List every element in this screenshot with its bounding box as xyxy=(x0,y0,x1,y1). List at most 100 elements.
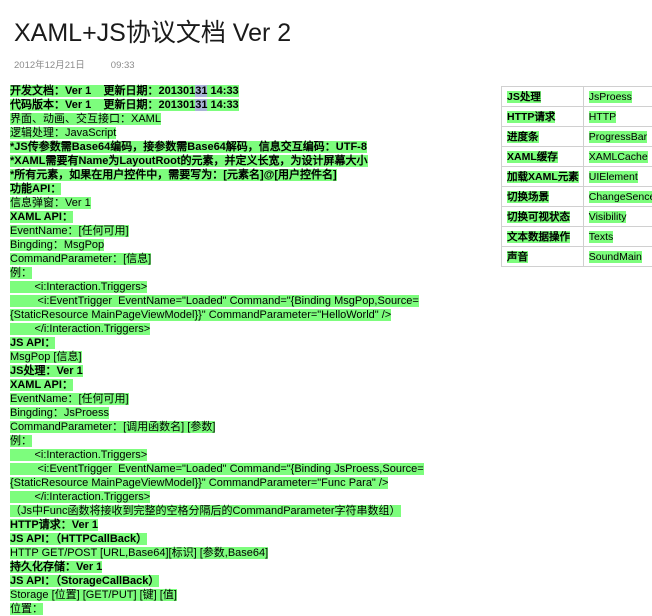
api-name-cell: 加载XAML元素 xyxy=(502,167,584,187)
document-line: *JS传参数需Base64编码，接参数需Base64解码，信息交互编码：UTF-… xyxy=(10,140,480,154)
document-line: 信息弹窗：Ver 1 xyxy=(10,196,480,210)
api-identifier-cell: UIElement xyxy=(583,167,652,187)
document-line: JS API：（StorageCallBack） xyxy=(10,574,480,588)
api-name-text: 切换可视状态 xyxy=(507,211,570,223)
api-name-cell: 切换可视状态 xyxy=(502,207,584,227)
line-text: （Js中Func函数将接收到完整的空格分隔后的CommandParameter字… xyxy=(10,505,401,517)
line-text: <i:Interaction.Triggers> xyxy=(10,449,147,461)
api-name-cell: XAML缓存 xyxy=(502,147,584,167)
document-line: MsgPop [信息] xyxy=(10,350,480,364)
document-line: Bingding：JsProess xyxy=(10,406,480,420)
document-line: HTTP请求：Ver 1 xyxy=(10,518,480,532)
line-text: <i:EventTrigger EventName="Loaded" Comma… xyxy=(10,295,419,321)
document-line: 例： xyxy=(10,266,480,280)
document-line: 例： xyxy=(10,434,480,448)
document-line: JS处理：Ver 1 xyxy=(10,364,480,378)
api-name-cell: JS处理 xyxy=(502,87,584,107)
api-name-text: XAML缓存 xyxy=(507,151,558,163)
document-line: 代码版本：Ver 1 更新日期：20130131 14:33 xyxy=(10,98,480,112)
document-line: 功能API： xyxy=(10,182,480,196)
table-row: 切换可视状态 Visibility xyxy=(502,207,652,227)
line-text: 持久化存储：Ver 1 xyxy=(10,561,102,573)
document-line: CommandParameter：[信息] xyxy=(10,252,480,266)
line-text: JS API：（HTTPCallBack） xyxy=(10,533,147,545)
document-meta: 2012年12月21日 09:33 xyxy=(14,57,652,71)
api-name-cell: 文本数据操作 xyxy=(502,227,584,247)
document-line: <i:Interaction.Triggers> xyxy=(10,280,480,294)
document-header: XAML+JS协议文档 Ver 2 2012年12月21日 09:33 xyxy=(0,0,652,71)
document-line: JS API： xyxy=(10,336,480,350)
document-page: XAML+JS协议文档 Ver 2 2012年12月21日 09:33 开发文档：… xyxy=(0,0,652,567)
line-text: HTTP GET/POST [URL,Base64][标识] [参数,Base6… xyxy=(10,547,268,559)
document-line: </i:Interaction.Triggers> xyxy=(10,322,480,336)
document-line: EventName：[任何可用] xyxy=(10,224,480,238)
line-text: *XAML需要有Name为LayoutRoot的元素，并定义长宽，为设计屏幕大小 xyxy=(10,155,368,167)
line-text: 界面、动画、交互接口：XAML xyxy=(10,113,161,125)
line-text: JS API： xyxy=(10,337,55,349)
api-name-cell: 声音 xyxy=(502,247,584,267)
api-identifier-text: Visibility xyxy=(589,211,627,223)
api-identifier-cell: ProgressBar xyxy=(583,127,652,147)
document-line: <i:Interaction.Triggers> xyxy=(10,448,480,462)
line-text: </i:Interaction.Triggers> xyxy=(10,323,150,335)
table-row: HTTP请求 HTTP xyxy=(502,107,652,127)
api-name-text: 进度条 xyxy=(507,131,539,143)
line-text: JS API：（StorageCallBack） xyxy=(10,575,159,587)
api-name-cell: HTTP请求 xyxy=(502,107,584,127)
line-text: Bingding：JsProess xyxy=(10,407,109,419)
api-name-text: 切换场景 xyxy=(507,191,549,203)
api-name-cell: 切换场景 xyxy=(502,187,584,207)
document-date: 2012年12月21日 xyxy=(14,60,85,71)
api-identifier-cell: ChangeSence xyxy=(583,187,652,207)
api-name-text: HTTP请求 xyxy=(507,111,555,123)
api-identifier-text: Texts xyxy=(589,231,614,243)
line-text: HTTP请求：Ver 1 xyxy=(10,519,98,531)
line-text: XAML API： xyxy=(10,379,73,391)
line-text: EventName：[任何可用] xyxy=(10,393,129,405)
api-identifier-text: ChangeSence xyxy=(589,191,652,203)
line-text: 开发文档：Ver 1 更新日期：20130131 14:33 xyxy=(10,85,239,97)
api-identifier-cell: XAMLCache xyxy=(583,147,652,167)
document-line: CommandParameter：[调用函数名] [参数] xyxy=(10,420,480,434)
document-line: </i:Interaction.Triggers> xyxy=(10,490,480,504)
line-text: *JS传参数需Base64编码，接参数需Base64解码，信息交互编码：UTF-… xyxy=(10,141,367,153)
text-selection[interactable]: 31 xyxy=(195,99,207,111)
page-title: XAML+JS协议文档 Ver 2 xyxy=(14,18,652,48)
line-text: Storage [位置] [GET/PUT] [键] [值] xyxy=(10,589,177,601)
line-text: EventName：[任何可用] xyxy=(10,225,129,237)
line-text: 逻辑处理：JavaScript xyxy=(10,127,116,139)
line-text: <i:EventTrigger EventName="Loaded" Comma… xyxy=(10,463,424,489)
api-name-text: 文本数据操作 xyxy=(507,231,570,243)
line-text: CommandParameter：[调用函数名] [参数] xyxy=(10,421,215,433)
line-text: 例： xyxy=(10,435,32,447)
line-text: 功能API： xyxy=(10,183,61,195)
text-selection[interactable]: 31 xyxy=(195,85,207,97)
document-line: *XAML需要有Name为LayoutRoot的元素，并定义长宽，为设计屏幕大小 xyxy=(10,154,480,168)
api-reference-table: JS处理 JsProess HTTP请求 HTTP 进度条 ProgressBar XAML… xyxy=(501,86,652,267)
api-identifier-text: ProgressBar xyxy=(589,131,647,143)
document-line: <i:EventTrigger EventName="Loaded" Comma… xyxy=(10,462,480,490)
api-name-text: 声音 xyxy=(507,251,528,263)
document-line: （Js中Func函数将接收到完整的空格分隔后的CommandParameter字… xyxy=(10,504,480,518)
api-identifier-cell: Visibility xyxy=(583,207,652,227)
table-row: 进度条 ProgressBar xyxy=(502,127,652,147)
api-name-text: JS处理 xyxy=(507,91,541,103)
api-identifier-cell: JsProess xyxy=(583,87,652,107)
line-text: </i:Interaction.Triggers> xyxy=(10,491,150,503)
api-identifier-cell: HTTP xyxy=(583,107,652,127)
document-line: Bingding：MsgPop xyxy=(10,238,480,252)
document-body: 开发文档：Ver 1 更新日期：20130131 14:33代码版本：Ver 1… xyxy=(10,84,480,616)
document-line: *所有元素，如果在用户控件中，需要写为：[元素名]@[用户控件名] xyxy=(10,168,480,182)
document-line: XAML API： xyxy=(10,378,480,392)
document-time: 09:33 xyxy=(111,60,135,71)
api-identifier-text: HTTP xyxy=(589,111,616,123)
line-text: Bingding：MsgPop xyxy=(10,239,104,251)
api-identifier-cell: Texts xyxy=(583,227,652,247)
line-text: <i:Interaction.Triggers> xyxy=(10,281,147,293)
document-line: HTTP GET/POST [URL,Base64][标识] [参数,Base6… xyxy=(10,546,480,560)
api-table-body: JS处理 JsProess HTTP请求 HTTP 进度条 ProgressBar XAML… xyxy=(502,87,652,267)
api-name-text: 加载XAML元素 xyxy=(507,171,579,183)
line-text: 信息弹窗：Ver 1 xyxy=(10,197,91,209)
api-identifier-cell: SoundMain xyxy=(583,247,652,267)
document-line: Storage [位置] [GET/PUT] [键] [值] xyxy=(10,588,480,602)
